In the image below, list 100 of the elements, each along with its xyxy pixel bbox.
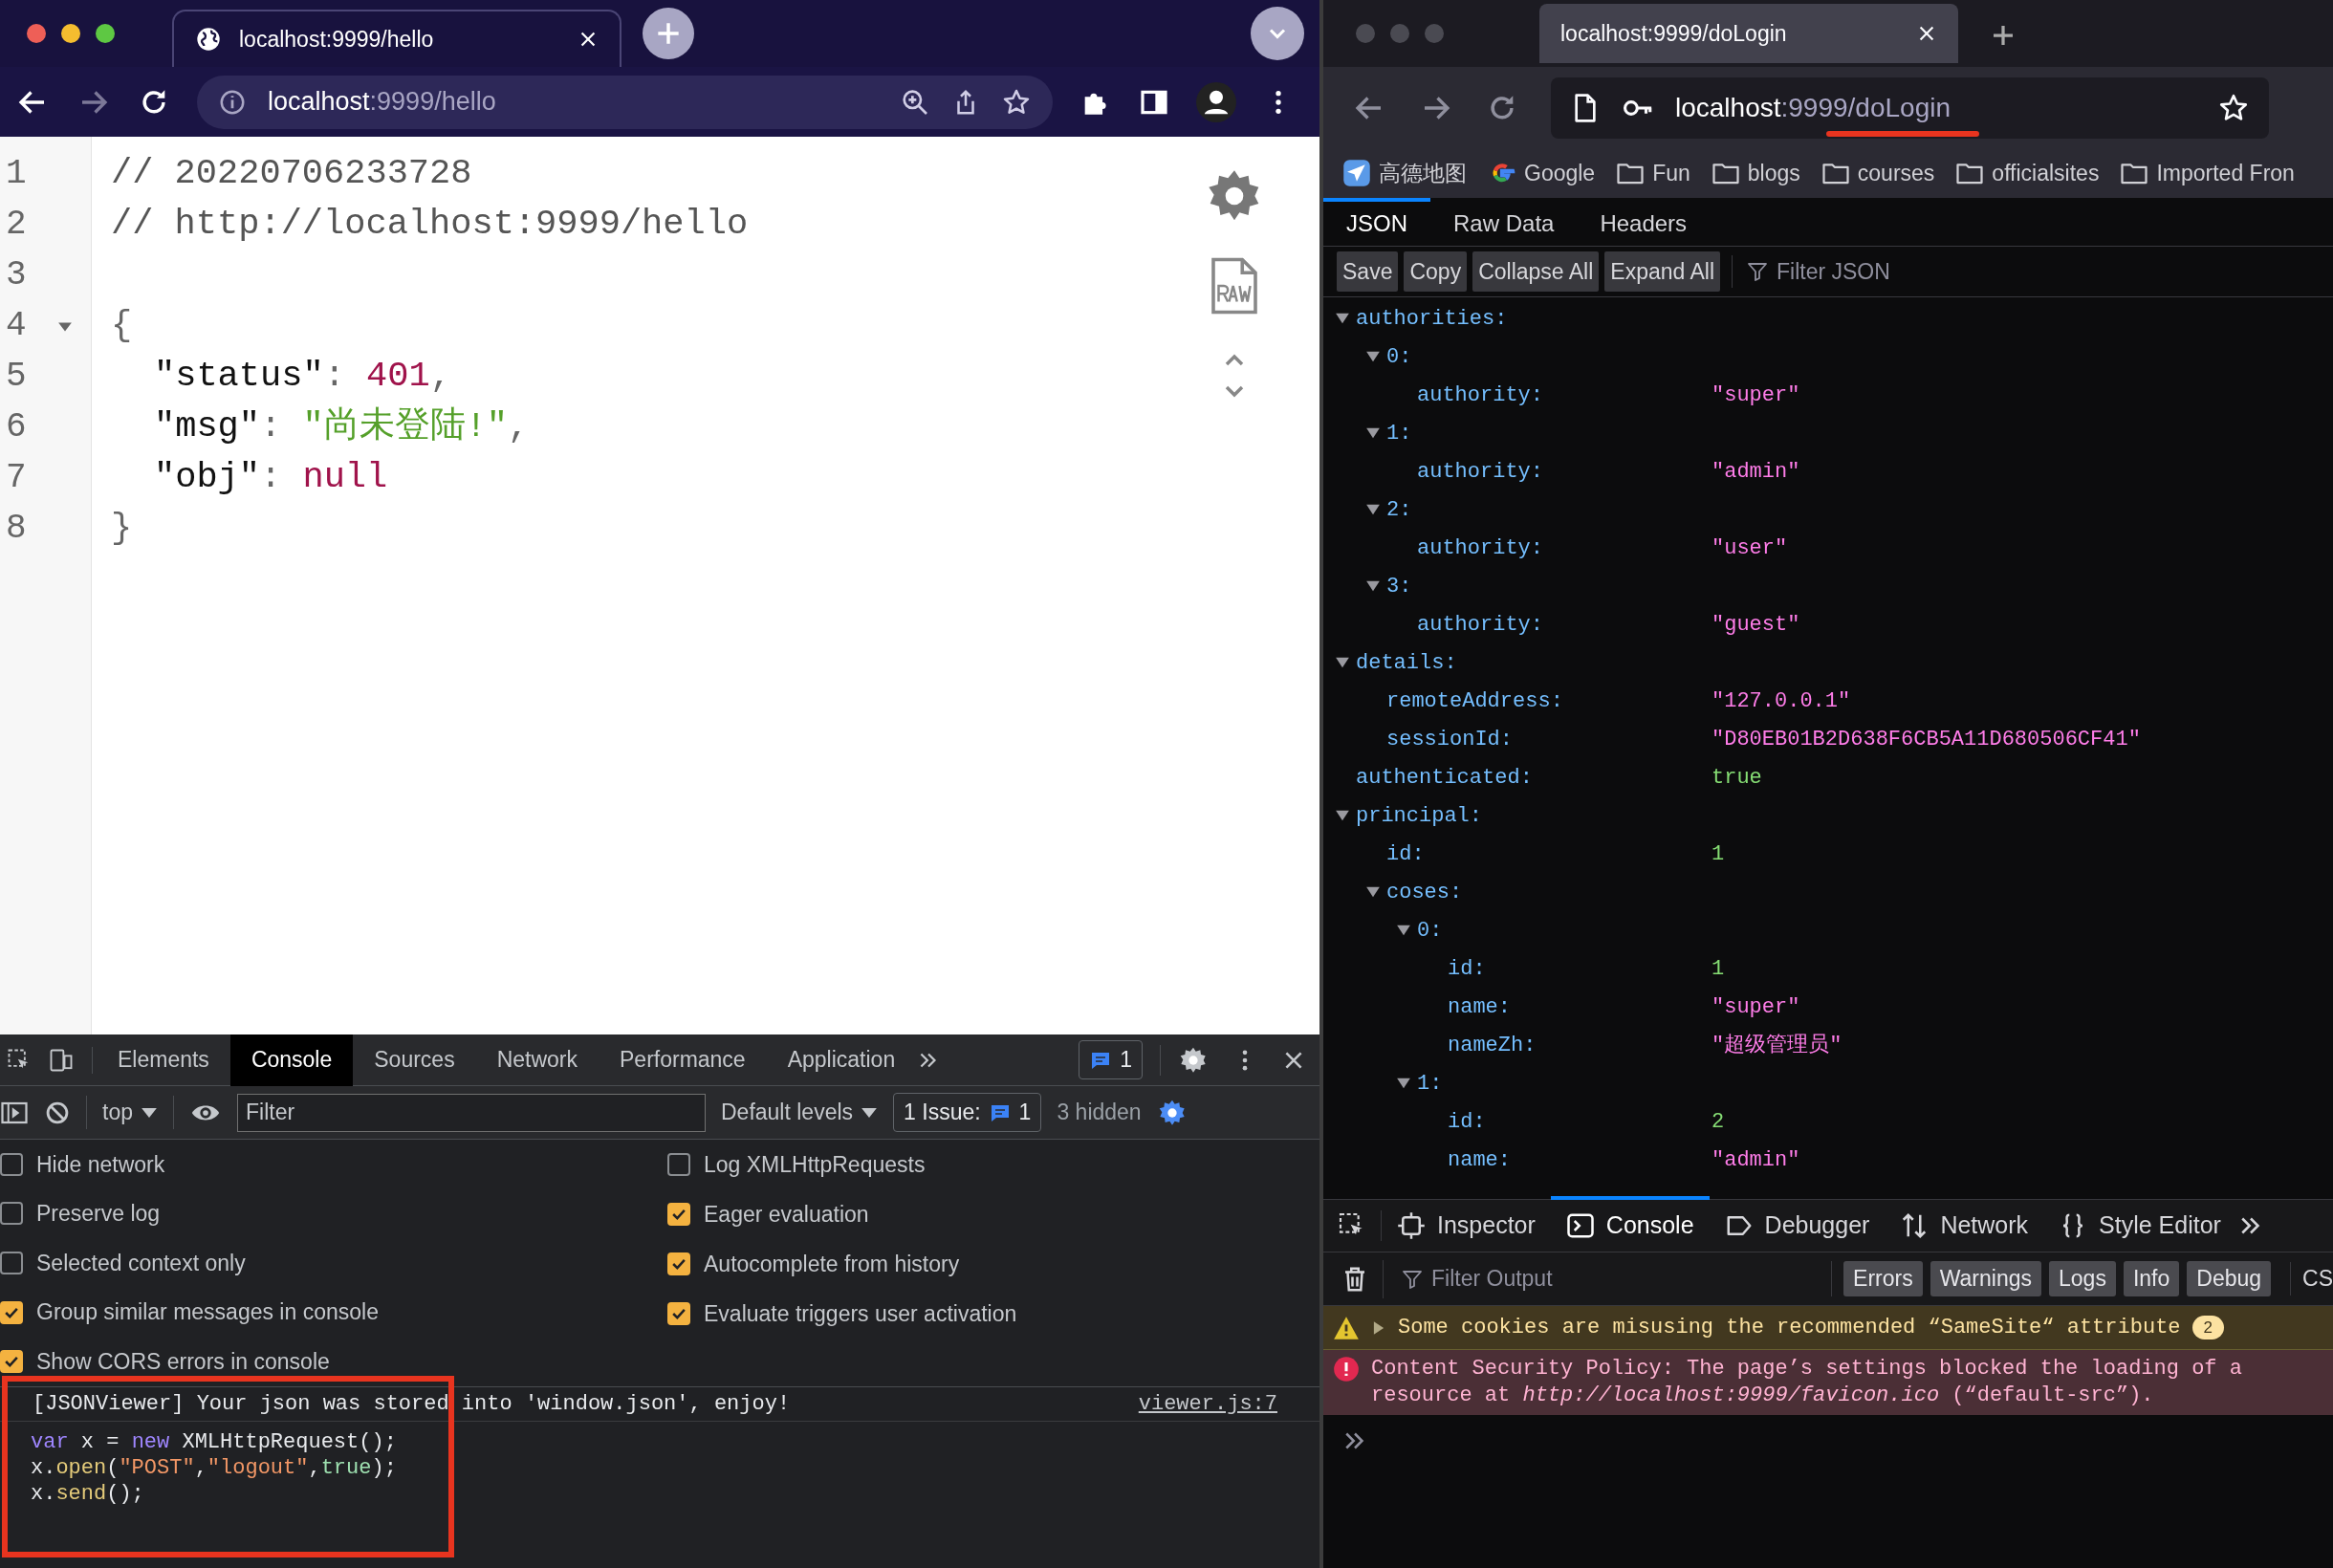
line-number: 5 xyxy=(6,355,27,398)
code-line: // 20220706233728 xyxy=(111,151,472,195)
filter-field[interactable]: Filter Output xyxy=(1391,1262,1824,1296)
line-number: 2 xyxy=(6,203,27,246)
messages-badge[interactable]: 1 xyxy=(1079,1040,1143,1079)
checkbox-label: Selected context only xyxy=(36,1249,246,1277)
filter-button[interactable]: CS xyxy=(2290,1262,2333,1296)
json-key: authenticated: xyxy=(1356,761,1533,794)
json-value: "127.0.0.1" xyxy=(1712,687,1851,715)
filter-icon xyxy=(1746,260,1770,283)
json-key: details: xyxy=(1356,646,1457,679)
code-line: "status": 401, xyxy=(154,354,451,398)
json-key: coses: xyxy=(1386,876,1463,908)
filter-field[interactable]: Filter xyxy=(237,1093,706,1132)
source-link[interactable]: viewer.js:7 xyxy=(1138,1388,1277,1420)
url-text: localhost:9999/hello xyxy=(268,86,497,119)
devtools-tab[interactable]: Console xyxy=(229,1034,354,1086)
bookmark-link[interactable]: courses xyxy=(1857,156,1935,190)
toolbar-button[interactable]: Expand All xyxy=(1604,250,1721,293)
devtools-tab[interactable]: Network xyxy=(475,1034,599,1086)
checkbox[interactable] xyxy=(667,1302,690,1325)
checkbox[interactable] xyxy=(0,1350,23,1374)
json-key: 0: xyxy=(1386,340,1412,373)
checkbox[interactable] xyxy=(667,1153,690,1176)
devtools-tab[interactable]: Application xyxy=(766,1034,917,1086)
code-line: x.open("POST","logout",true); xyxy=(31,1455,398,1481)
devtools-tab[interactable]: Style Editor xyxy=(2043,1199,2236,1252)
bookmark-link[interactable]: Fun xyxy=(1652,156,1690,190)
checkbox-label: Hide network xyxy=(36,1150,165,1179)
tab-title: localhost:9999/doLogin xyxy=(1560,19,1787,48)
filter-button[interactable]: Debug xyxy=(2187,1261,2272,1296)
json-value: 1 xyxy=(1712,955,1725,983)
bookmark-link[interactable]: Imported Fron xyxy=(2156,156,2295,190)
json-key: 1: xyxy=(1417,1067,1443,1100)
json-key: sessionId: xyxy=(1386,723,1514,755)
filter-button[interactable]: Logs xyxy=(2049,1261,2116,1296)
code-line: // http://localhost:9999/hello xyxy=(111,202,749,246)
close-button[interactable] xyxy=(27,24,46,43)
json-value: true xyxy=(1712,764,1762,792)
devtools-tab[interactable]: Console xyxy=(1550,1199,1710,1252)
hidden-count: 3 hidden xyxy=(1057,1099,1142,1127)
checkbox[interactable] xyxy=(0,1252,23,1274)
json-value: "super" xyxy=(1712,993,1800,1021)
avatar-icon[interactable] xyxy=(1196,81,1236,122)
checkbox-label: Eager evaluation xyxy=(704,1200,869,1229)
json-key: name: xyxy=(1448,1143,1511,1176)
new-tab-button[interactable] xyxy=(643,8,694,59)
code-line: } xyxy=(111,506,133,550)
browser-tab[interactable]: localhost:9999/doLogin xyxy=(1539,4,1958,63)
checkbox[interactable] xyxy=(667,1252,690,1275)
toolbar-button[interactable]: Collapse All xyxy=(1472,250,1600,293)
address-bar[interactable]: localhost:9999/hello xyxy=(197,75,1053,129)
crosshair-icon xyxy=(1397,1211,1426,1240)
filter-field[interactable]: Filter JSON xyxy=(1732,254,1890,289)
json-value: "admin" xyxy=(1712,458,1800,486)
viewer-tab[interactable]: Headers xyxy=(1577,198,1711,246)
checkbox-label: Evaluate triggers user activation xyxy=(704,1299,1017,1328)
devtools-tab[interactable]: Inspector xyxy=(1382,1199,1551,1252)
json-value: 1 xyxy=(1712,840,1725,868)
devtools-tab[interactable]: Debugger xyxy=(1709,1199,1886,1252)
viewer-tab[interactable]: Raw Data xyxy=(1430,198,1578,246)
devtools-tab[interactable]: Network xyxy=(1885,1199,2044,1252)
checkbox[interactable] xyxy=(0,1152,23,1176)
devtools-tab[interactable]: Sources xyxy=(353,1034,476,1086)
maximize-button[interactable] xyxy=(96,24,115,43)
filter-button[interactable]: Errors xyxy=(1843,1261,1923,1296)
minimize-button[interactable] xyxy=(61,24,80,43)
levels-dropdown[interactable]: Default levels xyxy=(721,1096,879,1129)
checkbox[interactable] xyxy=(667,1203,690,1226)
json-value: "D80EB01B2D638F6CB5A11D680506CF41" xyxy=(1712,726,2141,753)
bookmark-link[interactable]: blogs xyxy=(1747,156,1800,190)
issues-button[interactable]: 1 Issue: 1 xyxy=(893,1093,1042,1132)
address-bar[interactable]: localhost:9999/doLogin xyxy=(1551,76,2269,139)
json-key: remoteAddress: xyxy=(1386,685,1563,717)
bookmark-link[interactable]: officialsites xyxy=(1992,156,2100,190)
browser-tab[interactable]: localhost:9999/hello xyxy=(172,10,621,67)
tab-search-button[interactable] xyxy=(1251,7,1304,60)
toolbar-button[interactable]: Copy xyxy=(1404,250,1468,293)
line-number: 6 xyxy=(6,405,27,448)
line-number: 7 xyxy=(6,456,27,499)
filter-button[interactable]: Warnings xyxy=(1930,1261,2041,1296)
context-selector[interactable]: top xyxy=(86,1096,174,1129)
bookmark-link[interactable]: Google xyxy=(1524,156,1596,190)
json-key: authority: xyxy=(1417,532,1544,564)
code-line: "msg": "尚未登陆!", xyxy=(154,404,530,448)
bookmark-link[interactable]: 高德地图 xyxy=(1379,156,1467,190)
json-key: 3: xyxy=(1386,570,1412,602)
code-line: "obj": null xyxy=(154,455,388,499)
globe-icon xyxy=(195,26,222,53)
devtools-tab[interactable]: Elements xyxy=(97,1034,230,1086)
console-message: [JSONViewer] Your json was stored into 'window.json', enjoy! xyxy=(33,1391,791,1418)
filter-button[interactable]: Info xyxy=(2123,1261,2180,1296)
error-icon xyxy=(1333,1356,1360,1383)
checkbox[interactable] xyxy=(0,1202,23,1226)
toolbar-button[interactable]: Save xyxy=(1337,250,1399,293)
json-key: 2: xyxy=(1386,493,1412,526)
checkbox[interactable] xyxy=(0,1300,23,1324)
devtools-tab[interactable]: Performance xyxy=(599,1034,767,1086)
json-key: authority: xyxy=(1417,379,1544,411)
code-line: var x = new XMLHttpRequest(); xyxy=(31,1429,398,1455)
